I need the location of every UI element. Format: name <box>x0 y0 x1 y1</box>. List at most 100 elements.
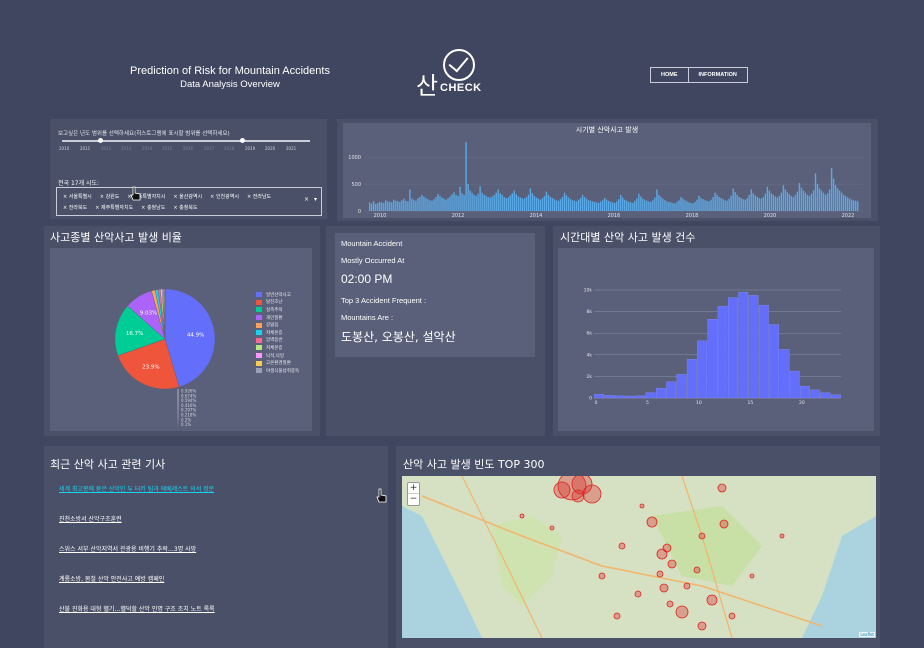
logo[interactable]: 산 CHECK <box>414 44 494 100</box>
region-label: 전국 17개 시도: <box>58 180 100 187</box>
accident-marker <box>697 621 707 631</box>
chevron-down-icon[interactable]: ▾ <box>314 196 317 203</box>
year-tick: 2014 <box>142 146 153 151</box>
slider-handle-start[interactable] <box>98 138 103 143</box>
timeline-bar <box>401 200 403 211</box>
timeline-bar <box>445 199 447 211</box>
news-link[interactable]: 계룡소방, 봄철 산악 안전사고 예방 캠페인 <box>59 574 215 604</box>
timeline-bar <box>541 198 544 211</box>
timeline-bar <box>750 189 752 211</box>
timeline-bar <box>387 201 389 211</box>
hourly-bar <box>614 395 625 399</box>
region-chip-row: × 전라북도 × 제주특별자치도 × 충청남도 × 충청북도 <box>63 202 315 213</box>
accident-marker <box>656 548 668 560</box>
legend-item[interactable]: 개인질환 <box>256 314 299 322</box>
accident-marker <box>639 503 645 509</box>
legend-item[interactable]: 길잃음 <box>256 321 299 329</box>
timeline-bar <box>399 201 401 211</box>
legend-label: 고온환경질환 <box>266 361 291 367</box>
nav-home-button[interactable]: HOME <box>650 67 689 83</box>
timeline-bar <box>698 195 700 211</box>
legend-swatch <box>256 360 262 366</box>
accident-map[interactable]: + − Leaflet <box>402 476 876 638</box>
clear-icon[interactable]: × <box>304 196 309 203</box>
map-attribution[interactable]: Leaflet <box>859 632 875 637</box>
nav-information-button[interactable]: INFORMATION <box>688 67 748 83</box>
timeline-bar <box>758 198 760 211</box>
timeline-bar <box>371 203 373 211</box>
timeline-bar <box>692 203 694 211</box>
legend-item[interactable]: 실족추락 <box>256 306 299 314</box>
region-chip[interactable]: × 울산광역시 <box>173 193 202 200</box>
y-tick-label: 1000 <box>348 155 361 161</box>
region-chip[interactable]: × 강원도 <box>100 193 120 200</box>
timeline-bar <box>481 192 483 211</box>
pie-legend: 일반산악사고 탈진조난 실족추락 개인질환 길잃음 저체온증 암벽등반 저체온증 낙석,낙빙 고온… <box>256 291 299 375</box>
legend-item[interactable]: 일반산악사고 <box>256 291 299 299</box>
region-chip[interactable]: × 제주특별자치도 <box>95 204 133 211</box>
legend-item[interactable]: 낙석,낙빙 <box>256 352 299 360</box>
region-chip[interactable]: × 인천광역시 <box>210 193 239 200</box>
legend-item[interactable]: 고온환경질환 <box>256 359 299 367</box>
region-multiselect[interactable]: × 서울특별시 × 강원도 × 세종특별자치시 × 울산광역시 × 인천광역시 … <box>56 187 322 216</box>
info-mountains: 도봉산, 오봉산, 설악산 <box>341 330 456 344</box>
timeline-bar <box>519 197 522 211</box>
timeline-bar <box>778 195 781 211</box>
timeline-bar <box>762 197 765 211</box>
slider-handle-end[interactable] <box>240 138 245 143</box>
region-chip[interactable]: × 충청북도 <box>173 204 197 211</box>
hourly-bar <box>728 297 738 399</box>
region-chip[interactable]: × 전라북도 <box>63 204 87 211</box>
timeline-bar <box>784 189 787 211</box>
timeline-bar <box>764 193 767 211</box>
legend-item[interactable]: 암벽등반 <box>256 337 299 345</box>
legend-item[interactable]: 야생식물섭취중독 <box>256 367 299 375</box>
accident-marker <box>598 572 606 580</box>
y-tick-label: 8k <box>587 309 593 315</box>
news-link[interactable]: 스위스 서부 산악지역서 관광용 비행기 추락…3명 사망 <box>59 544 215 574</box>
timeline-bar <box>744 199 746 211</box>
timeline-bar <box>457 195 459 211</box>
timeline-bar <box>587 200 590 211</box>
timeline-bar <box>471 192 473 211</box>
legend-swatch <box>256 307 262 313</box>
timeline-bar <box>379 201 381 211</box>
timeline-bar <box>581 194 584 211</box>
legend-item[interactable]: 저체온증 <box>256 329 299 337</box>
timeline-bar <box>824 194 827 211</box>
timeline-bar <box>620 194 622 211</box>
timeline-bar <box>391 202 393 211</box>
legend-item[interactable]: 탈진조난 <box>256 299 299 307</box>
pie-pct-label: 23.9% <box>142 365 159 371</box>
hourly-bar <box>830 394 841 399</box>
zoom-out-button[interactable]: − <box>408 494 419 505</box>
timeline-bar <box>644 199 646 211</box>
year-range-slider[interactable] <box>62 138 310 143</box>
accident-marker <box>656 570 664 578</box>
timeline-bar <box>513 190 515 211</box>
timeline-bar <box>832 178 835 211</box>
region-chip[interactable]: × 전라남도 <box>247 193 271 200</box>
map-tiles <box>402 476 876 638</box>
legend-item[interactable]: 저체온증 <box>256 344 299 352</box>
region-chip[interactable]: × 서울특별시 <box>63 193 92 200</box>
timeline-bar <box>477 193 479 211</box>
news-link[interactable]: 진천소방서 산악구조훈련 <box>59 514 215 544</box>
zoom-in-button[interactable]: + <box>408 483 419 494</box>
x-tick-label: 2014 <box>530 213 543 218</box>
region-chip[interactable]: × 충청남도 <box>141 204 165 211</box>
timeline-bar <box>838 190 841 211</box>
news-link[interactable]: 세계 최고봉에 묻은 산악인 두 터키 팀과 에베레스트 의석 정문 <box>59 484 215 514</box>
accident-marker <box>634 590 642 598</box>
year-tick: 2017 <box>204 146 215 151</box>
timeline-bar <box>469 190 471 211</box>
timeline-bar <box>736 194 738 211</box>
timeline-bar <box>810 193 813 211</box>
news-link[interactable]: 산불 진화용 대형 헬기…헬덕할 산악 인명 구조 조치 노트 록록 <box>59 604 215 634</box>
timeline-bar <box>417 198 419 211</box>
timeline-bar <box>407 201 409 211</box>
timeline-bar <box>383 202 385 211</box>
timeline-bar <box>599 201 602 211</box>
timeline-bar <box>774 196 777 211</box>
accident-marker <box>666 600 674 608</box>
